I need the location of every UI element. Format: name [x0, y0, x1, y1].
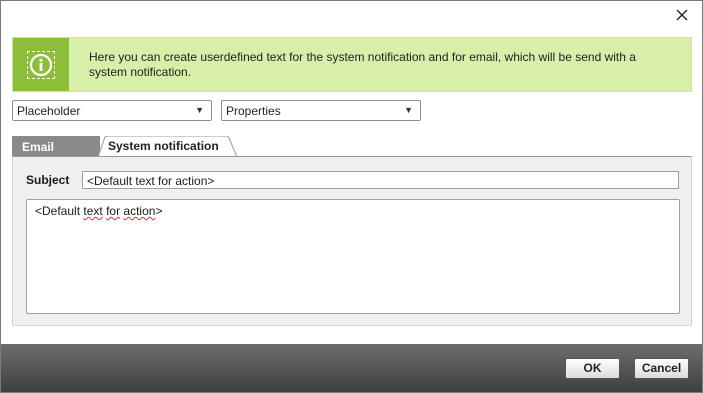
email-panel: Subject <Default text for action> <Defau…	[12, 156, 692, 326]
info-icon-box	[13, 38, 69, 91]
info-text: Here you can create userdefined text for…	[89, 50, 636, 79]
dropdown-arrow-icon: ▼	[195, 105, 204, 115]
dialog: Here you can create userdefined text for…	[0, 0, 703, 393]
body-text-part: >	[155, 204, 163, 218]
info-icon	[29, 53, 53, 77]
ok-button[interactable]: OK	[565, 358, 620, 379]
tab-email-label: Email	[22, 140, 55, 154]
placeholder-select[interactable]: Placeholder ▼	[12, 100, 212, 121]
body-text-part: for	[106, 204, 121, 218]
subject-value: <Default text for action>	[87, 174, 215, 188]
tab-strip: Email System notification	[12, 136, 692, 157]
info-banner: Here you can create userdefined text for…	[12, 37, 692, 92]
close-icon[interactable]	[674, 7, 690, 23]
title-bar	[1, 1, 702, 29]
body-text-part: action	[123, 204, 156, 218]
body-textarea[interactable]: <Default text for action>	[26, 199, 680, 314]
dropdown-arrow-icon: ▼	[404, 105, 413, 115]
properties-select[interactable]: Properties ▼	[221, 100, 421, 121]
subject-input[interactable]: <Default text for action>	[82, 171, 679, 189]
tab-system-notification-label: System notification	[108, 139, 219, 153]
subject-label: Subject	[26, 173, 70, 187]
tab-email[interactable]: Email	[12, 136, 100, 157]
properties-select-value: Properties	[226, 104, 281, 118]
cancel-button[interactable]: Cancel	[634, 358, 689, 379]
tab-system-notification[interactable]: System notification	[98, 136, 238, 157]
placeholder-select-value: Placeholder	[17, 104, 81, 118]
body-text-part: <Default	[35, 204, 84, 218]
body-text-part: text	[83, 204, 103, 218]
body-text: <Default text for action>	[35, 204, 162, 218]
dialog-footer: OK Cancel	[1, 344, 702, 392]
